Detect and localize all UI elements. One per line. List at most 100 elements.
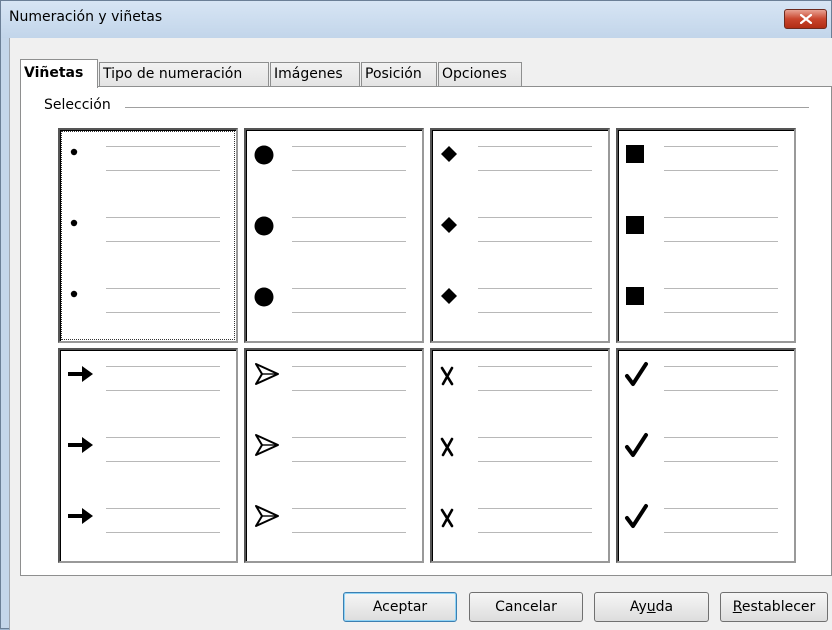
- bullet-glyph: [66, 140, 100, 168]
- cross-icon: [440, 366, 454, 386]
- preview-line: [292, 288, 406, 289]
- preview-line: [664, 508, 778, 509]
- preview-row: [432, 496, 608, 536]
- arrow-icon: [68, 366, 93, 382]
- cancel-button[interactable]: Cancelar: [469, 592, 583, 622]
- bullet-option-large-dot[interactable]: [244, 128, 424, 343]
- dialog-client-area: Viñetas Tipo de numeración Imágenes Posi…: [9, 38, 832, 630]
- preview-line: [106, 146, 220, 147]
- preview-line: [106, 437, 220, 438]
- tab-tipo-de-numeracion[interactable]: Tipo de numeración: [99, 62, 269, 87]
- small-dot-icon: [70, 148, 78, 156]
- cross-icon: [440, 437, 454, 457]
- preview-row: [432, 276, 608, 316]
- preview-row: [618, 134, 794, 174]
- bullet-glyph: [252, 282, 286, 310]
- arrowhead-icon: [255, 505, 279, 527]
- preview-line: [106, 241, 220, 242]
- preview-row: [618, 276, 794, 316]
- preview-line: [106, 366, 220, 367]
- tab-posicion[interactable]: Posición: [361, 62, 437, 87]
- preview-line: [292, 217, 406, 218]
- bullet-glyph: [624, 502, 658, 530]
- preview-line: [106, 508, 220, 509]
- bullet-glyph: [438, 211, 472, 239]
- preview-row: [60, 425, 236, 465]
- preview-row: [60, 496, 236, 536]
- preview-row: [60, 354, 236, 394]
- bullet-glyph: [438, 360, 472, 388]
- preview-line: [292, 312, 406, 313]
- preview-row: [246, 134, 422, 174]
- preview-line: [292, 437, 406, 438]
- preview-line: [664, 241, 778, 242]
- tab-imagenes[interactable]: Imágenes: [270, 62, 360, 87]
- square-icon: [626, 145, 644, 163]
- check-icon: [625, 362, 648, 386]
- small-dot-icon: [70, 219, 78, 227]
- preview-line: [664, 437, 778, 438]
- bullet-glyph: [438, 502, 472, 530]
- bullet-glyph: [252, 140, 286, 168]
- preview-line: [478, 390, 592, 391]
- selection-group-label: Selección: [44, 97, 117, 113]
- bullet-option-check[interactable]: [616, 348, 796, 563]
- preview-line: [106, 288, 220, 289]
- bullet-option-arrow[interactable]: [58, 348, 238, 563]
- close-icon: [799, 14, 812, 24]
- preview-line: [478, 241, 592, 242]
- dialog-window: Numeración y viñetas Viñetas Tipo de num…: [0, 0, 832, 630]
- preview-row: [618, 496, 794, 536]
- reset-button-label: Restablecer: [732, 599, 816, 615]
- bullet-glyph: [624, 360, 658, 388]
- preview-row: [618, 205, 794, 245]
- reset-button[interactable]: Restablecer: [720, 592, 828, 622]
- preview-line: [478, 437, 592, 438]
- preview-row: [432, 425, 608, 465]
- close-button[interactable]: [784, 9, 827, 29]
- preview-row: [60, 134, 236, 174]
- preview-line: [292, 508, 406, 509]
- arrow-icon: [68, 437, 93, 453]
- preview-line: [106, 312, 220, 313]
- group-separator: [125, 107, 809, 108]
- bullet-option-arrowhead[interactable]: [244, 348, 424, 563]
- arrowhead-icon: [255, 434, 279, 456]
- preview-line: [478, 508, 592, 509]
- bullet-option-diamond[interactable]: [430, 128, 610, 343]
- bullet-option-cross[interactable]: [430, 348, 610, 563]
- tab-panel-vinetas: Selección: [20, 86, 832, 576]
- help-button[interactable]: Ayuda: [594, 592, 709, 622]
- preview-line: [106, 217, 220, 218]
- bullet-glyph: [66, 211, 100, 239]
- bullet-glyph: [66, 502, 100, 530]
- preview-line: [478, 366, 592, 367]
- bullet-option-square[interactable]: [616, 128, 796, 343]
- ok-button[interactable]: Aceptar: [343, 592, 457, 622]
- square-icon: [626, 287, 644, 305]
- window-title: Numeración y viñetas: [9, 9, 163, 25]
- preview-row: [60, 205, 236, 245]
- preview-line: [664, 312, 778, 313]
- diamond-icon: [441, 217, 457, 233]
- bullet-option-small-dot[interactable]: [58, 128, 238, 343]
- tab-vinetas[interactable]: Viñetas: [20, 59, 98, 88]
- preview-line: [478, 146, 592, 147]
- bullet-glyph: [252, 431, 286, 459]
- tab-opciones[interactable]: Opciones: [438, 62, 522, 87]
- bullet-glyph: [252, 211, 286, 239]
- preview-line: [664, 366, 778, 367]
- diamond-icon: [441, 288, 457, 304]
- preview-line: [292, 366, 406, 367]
- preview-line: [478, 217, 592, 218]
- preview-row: [246, 354, 422, 394]
- bullet-glyph: [438, 431, 472, 459]
- bullet-glyph: [438, 140, 472, 168]
- bullet-glyph: [438, 282, 472, 310]
- check-icon: [625, 433, 648, 457]
- title-bar[interactable]: Numeración y viñetas: [1, 1, 831, 38]
- preview-line: [106, 390, 220, 391]
- preview-line: [664, 146, 778, 147]
- preview-row: [618, 354, 794, 394]
- preview-line: [292, 390, 406, 391]
